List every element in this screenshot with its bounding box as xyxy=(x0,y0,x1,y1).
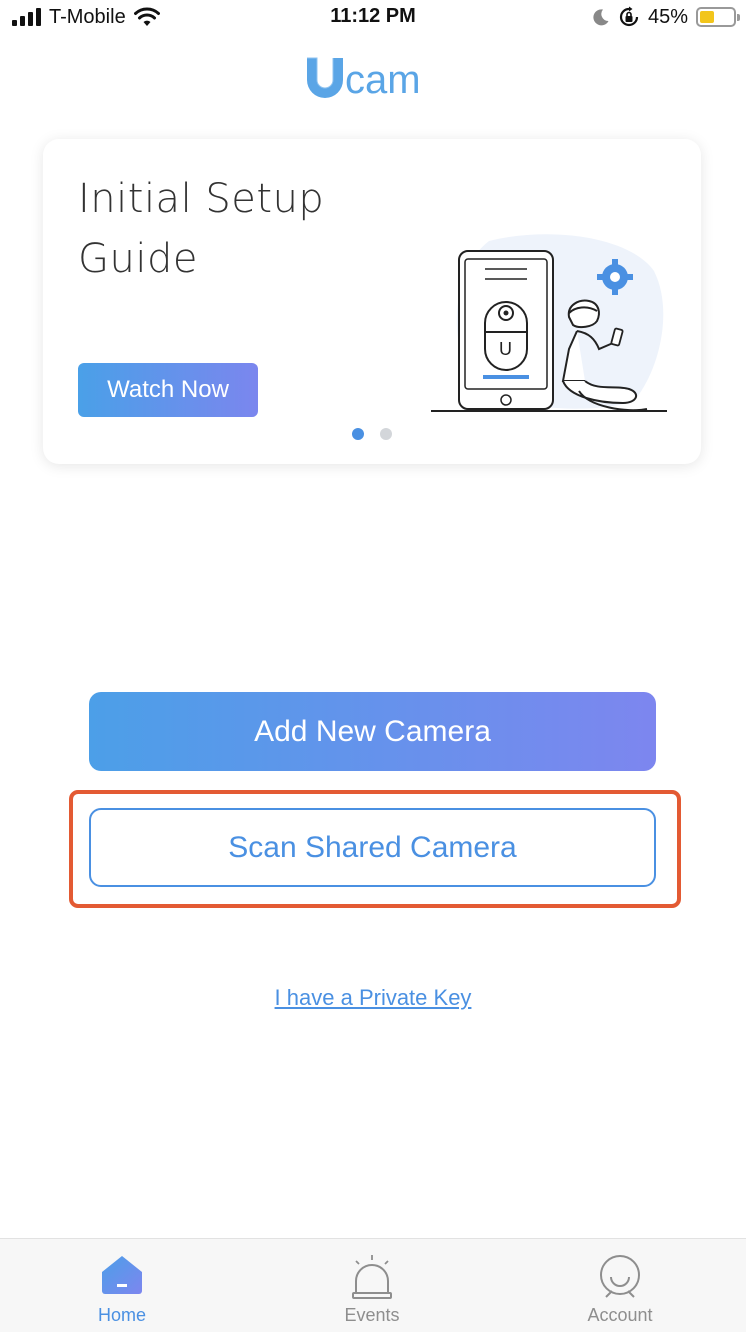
app-logo: cam xyxy=(0,52,746,102)
pagination-dot-1[interactable] xyxy=(352,428,364,440)
tab-bar: Home Events Account xyxy=(0,1238,746,1332)
setup-illustration: U xyxy=(431,234,667,412)
carousel-pagination xyxy=(43,428,701,440)
battery-percentage: 45% xyxy=(647,5,688,28)
private-key-link[interactable]: I have a Private Key xyxy=(0,985,746,1011)
pagination-dot-2[interactable] xyxy=(380,428,392,440)
battery-level-fill xyxy=(700,11,715,23)
status-bar: T-Mobile 11:12 PM 45% xyxy=(0,0,746,36)
tab-home-label: Home xyxy=(97,1305,146,1325)
setup-guide-card[interactable]: Initial Setup Guide Watch Now U xyxy=(43,139,701,464)
watch-now-button[interactable]: Watch Now xyxy=(78,363,258,417)
add-new-camera-button[interactable]: Add New Camera xyxy=(89,692,656,771)
account-icon xyxy=(600,1255,640,1298)
tab-home[interactable]: Home xyxy=(42,1239,202,1332)
illustration-letter: U xyxy=(499,339,512,359)
tab-account-label: Account xyxy=(587,1305,653,1325)
scan-shared-camera-button[interactable]: Scan Shared Camera xyxy=(89,808,656,887)
tab-events-label: Events xyxy=(344,1305,400,1325)
battery-icon xyxy=(696,7,740,27)
moon-icon xyxy=(593,9,609,26)
ucam-logo-mark: cam xyxy=(307,57,421,102)
alarm-light-icon xyxy=(352,1255,392,1299)
tab-account[interactable]: Account xyxy=(540,1239,700,1332)
status-bar-right: 45% xyxy=(592,5,740,29)
rotation-lock-icon xyxy=(619,6,639,27)
tab-events[interactable]: Events xyxy=(292,1239,452,1332)
home-icon xyxy=(102,1256,142,1294)
guide-title: Initial Setup Guide xyxy=(78,176,325,282)
logo-text: cam xyxy=(345,58,421,102)
